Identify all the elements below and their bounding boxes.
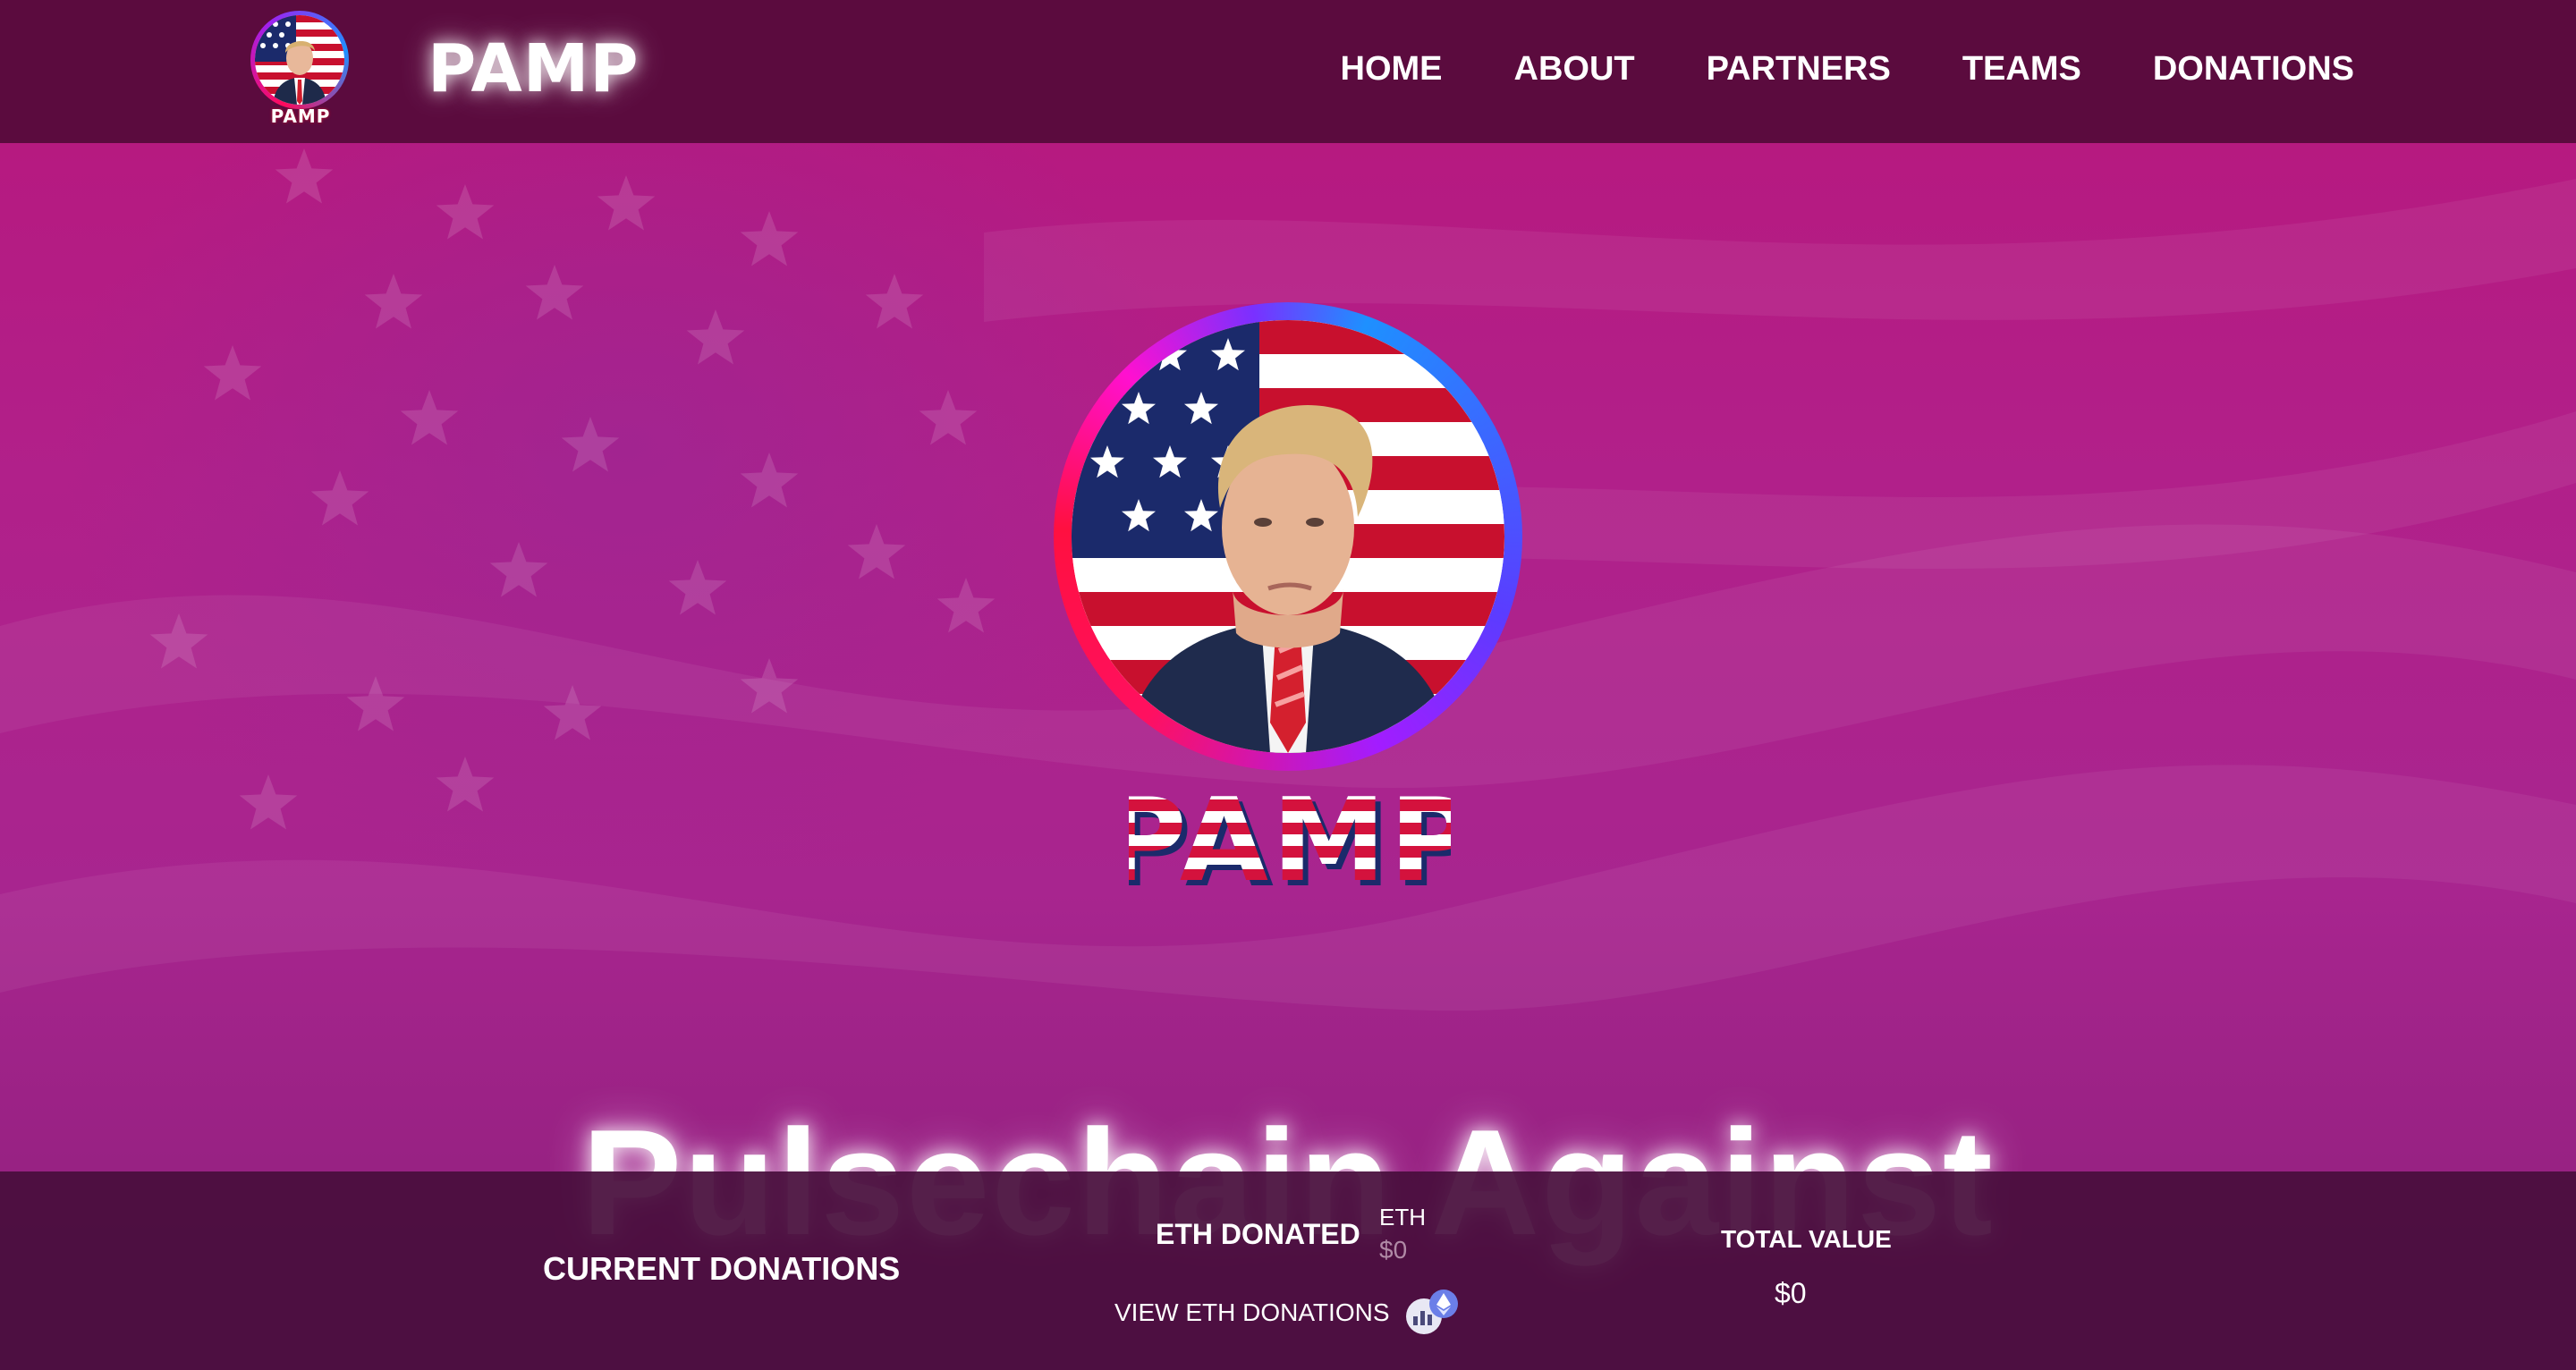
background-star [740,452,799,508]
eth-donated-label: ETH DONATED [1156,1218,1360,1250]
total-value-label: TOTAL VALUE [1721,1225,1892,1253]
svg-text:PAMP: PAMP [1129,776,1451,892]
background-star [436,757,495,812]
nav-teams[interactable]: TEAMS [1962,50,2081,89]
site-header: PAMP PAMP HOME ABOUT PARTNERS TEAMS DONA… [0,0,2576,143]
background-star [364,274,423,329]
background-star [597,175,656,231]
background-star [561,417,620,472]
background-star [310,470,369,526]
nav-about[interactable]: ABOUT [1514,50,1635,89]
nav-partners[interactable]: PARTNERS [1707,50,1891,89]
background-star [668,560,727,615]
current-donations-title: CURRENT DONATIONS [543,1250,901,1287]
background-star [203,345,262,401]
donation-bar: CURRENT DONATIONS ETH DONATED ETH $0 VIE… [0,1171,2576,1370]
background-star [847,524,906,579]
background-star [740,211,799,266]
hero-pamp-wordmark: PAMP PAMP [1129,776,1451,892]
ethereum-icon [1429,1290,1458,1318]
eth-unit-label: ETH [1379,1204,1426,1230]
background-star [275,148,334,204]
background-star [436,184,495,240]
hero-portrait-image [1072,320,1504,753]
stats-chart-icon[interactable] [1402,1288,1462,1338]
total-value-amount: $0 [1775,1277,1807,1309]
eth-donated-value: $0 [1379,1236,1408,1264]
brand-name[interactable]: PAMP [428,30,640,107]
background-star [936,578,996,633]
background-star [239,774,298,830]
logo-small-wordmark: PAMP [270,106,331,127]
background-star [686,309,745,365]
background-star [865,274,924,329]
background-star [525,265,584,320]
nav-donations[interactable]: DONATIONS [2153,50,2354,89]
main-nav: HOME ABOUT PARTNERS TEAMS DONATIONS [1341,50,2355,89]
background-star [919,390,978,445]
background-star [489,542,548,597]
background-star [400,390,459,445]
nav-home[interactable]: HOME [1341,50,1443,89]
site-logo[interactable] [250,11,349,109]
portrait-logo-icon [255,15,344,105]
hero-logo-ring [1054,302,1522,771]
view-eth-donations-link[interactable]: VIEW ETH DONATIONS [1114,1298,1390,1327]
